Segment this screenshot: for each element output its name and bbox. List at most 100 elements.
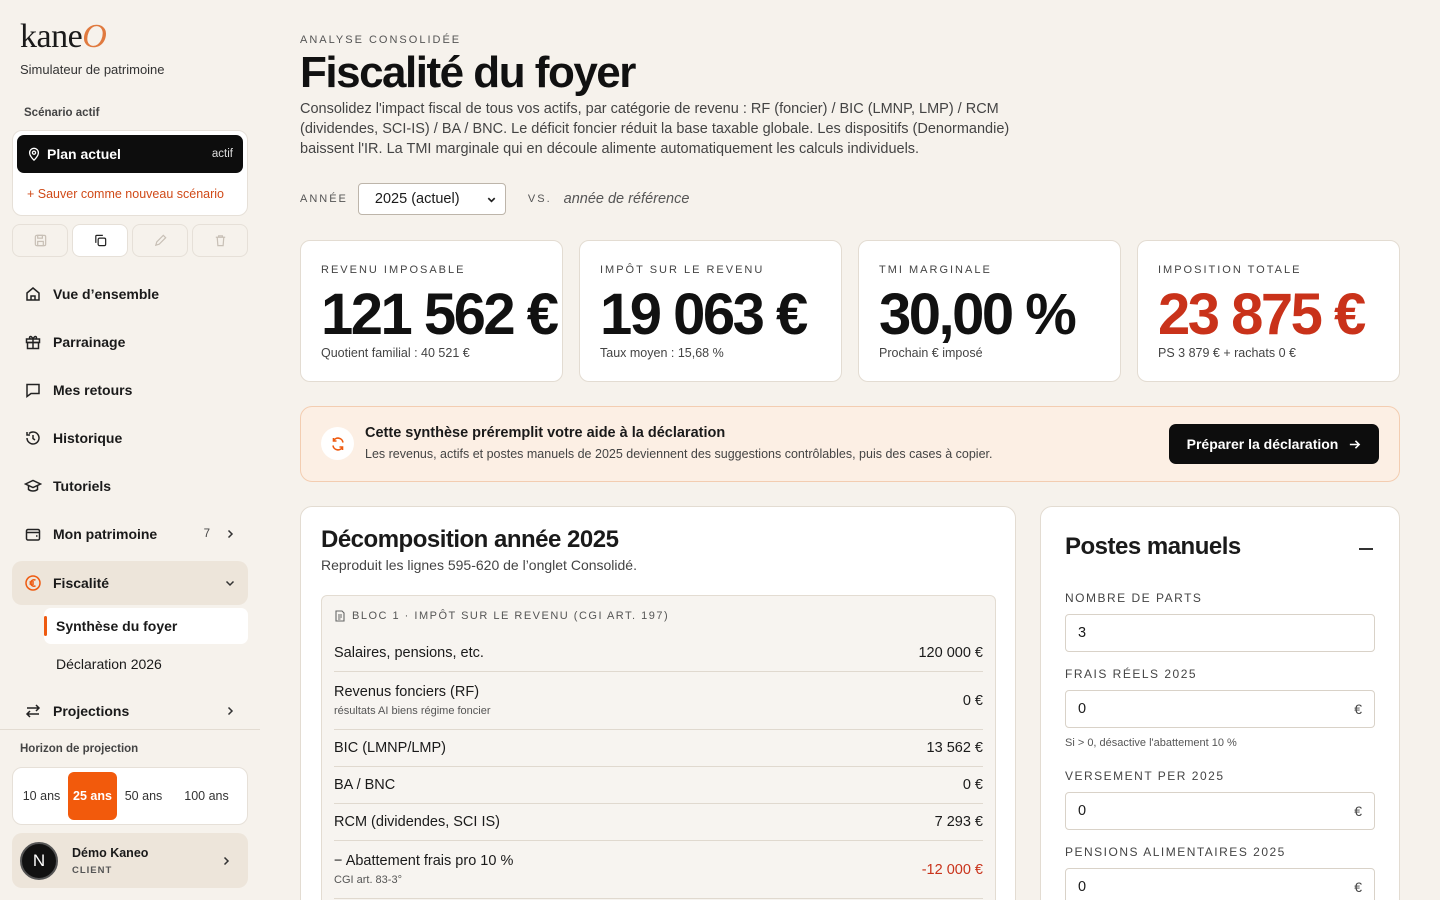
sidebar: kaneO Simulateur de patrimoine Scénario … — [0, 0, 260, 900]
nav-overview[interactable]: Vue d’ensemble — [12, 272, 248, 316]
nav-tutorials[interactable]: Tutoriels — [12, 464, 248, 508]
field-unit: € — [1354, 879, 1362, 895]
year-filter: ANNÉE 2025 (actuel) VS. année de référen… — [300, 183, 689, 215]
collapse-icon[interactable] — [1359, 548, 1373, 550]
reference-year[interactable]: année de référence — [564, 191, 690, 207]
nav-fiscalite[interactable]: Fiscalité — [12, 561, 248, 605]
horizon-label: Horizon de projection — [20, 743, 139, 755]
user-menu[interactable]: N Démo Kaneo CLIENT — [12, 833, 248, 888]
save-button[interactable] — [12, 224, 68, 257]
field-unit: € — [1354, 803, 1362, 819]
user-role: CLIENT — [72, 864, 113, 876]
horizon-option-50[interactable]: 50 ans — [119, 772, 168, 820]
field-label: FRAIS RÉELS 2025 — [1065, 667, 1198, 681]
field-label: PENSIONS ALIMENTAIRES 2025 — [1065, 845, 1286, 859]
chevron-right-icon — [227, 529, 234, 539]
row-value: 0 € — [962, 692, 983, 709]
avatar: N — [20, 841, 58, 880]
table-row: Revenus fonciers (RF) résultats AI biens… — [334, 672, 983, 730]
nav-patrimoine[interactable]: Mon patrimoine 7 — [12, 512, 248, 556]
kpi-value: 19 063 € — [600, 282, 808, 347]
chevron-down-icon — [225, 580, 235, 587]
wallet-icon — [24, 525, 42, 543]
prepare-declaration-button[interactable]: Préparer la déclaration — [1169, 424, 1379, 464]
chevron-right-icon — [227, 706, 234, 716]
kpi-label: REVENU IMPOSABLE — [321, 264, 466, 276]
vs-label: VS. — [527, 193, 552, 205]
row-label: − Abattement frais pro 10 % — [334, 853, 514, 869]
nav-label: Historique — [53, 430, 123, 446]
subnav-synthese[interactable]: Synthèse du foyer — [44, 608, 248, 644]
pensions-alimentaires-input[interactable]: 0 € — [1065, 868, 1375, 900]
table-row: Salaires, pensions, etc. 120 000 € — [334, 634, 983, 672]
delete-button[interactable] — [192, 224, 248, 257]
field-value: 3 — [1078, 625, 1087, 641]
kpi-label: IMPÔT SUR LE REVENU — [600, 264, 765, 276]
kpi-subtext: Prochain € imposé — [879, 346, 983, 360]
pencil-icon — [154, 234, 167, 247]
horizon-selector: 10 ans 25 ans 50 ans 100 ans — [12, 767, 248, 825]
table-row: RCM (dividendes, SCI IS) 7 293 € — [334, 804, 983, 841]
subnav-declaration[interactable]: Déclaration 2026 — [44, 646, 248, 682]
versement-per-input[interactable]: 0 € — [1065, 792, 1375, 830]
row-label: BA / BNC — [334, 777, 396, 793]
home-icon — [24, 285, 42, 303]
active-scenario-button[interactable]: Plan actuel actif — [17, 135, 243, 173]
sidebar-divider — [0, 729, 260, 730]
row-label: BIC (LMNP/LMP) — [334, 740, 446, 756]
decomposition-subtitle: Reproduit les lignes 595-620 de l’onglet… — [321, 557, 637, 573]
decomposition-title: Décomposition année 2025 — [321, 526, 619, 553]
table-row: BIC (LMNP/LMP) 13 562 € — [334, 730, 983, 767]
nav-projections[interactable]: Projections — [12, 689, 248, 733]
year-selected: 2025 (actuel) — [374, 191, 460, 207]
year-select[interactable]: 2025 (actuel) — [357, 183, 506, 215]
kpi-subtext: Taux moyen : 15,68 % — [600, 346, 724, 360]
row-label: Salaires, pensions, etc. — [334, 644, 484, 661]
user-info: Démo Kaneo CLIENT — [72, 846, 220, 876]
nav-label: Mon patrimoine — [53, 526, 158, 542]
frais-reels-input[interactable]: 0 € — [1065, 690, 1375, 728]
horizon-option-10[interactable]: 10 ans — [17, 772, 66, 820]
banner-subtitle: Les revenus, actifs et postes manuels de… — [365, 447, 993, 461]
page-eyebrow: ANALYSE CONSOLIDÉE — [300, 34, 462, 46]
edit-button[interactable] — [132, 224, 188, 257]
row-note: résultats AI biens régime foncier — [334, 705, 491, 717]
parts-input[interactable]: 3 — [1065, 614, 1375, 652]
nav-label: Fiscalité — [53, 575, 110, 591]
arrow-right-icon — [1350, 439, 1361, 449]
kpi-card-tmi: TMI MARGINALE 30,00 % Prochain € imposé — [858, 240, 1121, 382]
nav-referral[interactable]: Parrainage — [12, 320, 248, 364]
nav-feedback[interactable]: Mes retours — [12, 368, 248, 412]
kpi-card-impot: IMPÔT SUR LE REVENU 19 063 € Taux moyen … — [579, 240, 842, 382]
page-title: Fiscalité du foyer — [300, 48, 636, 97]
user-name: Démo Kaneo — [72, 845, 149, 860]
kpi-card-imposition-totale: IMPOSITION TOTALE 23 875 € PS 3 879 € + … — [1137, 240, 1400, 382]
chevron-down-icon — [487, 197, 496, 203]
nav-label: Mes retours — [53, 382, 133, 398]
row-note: CGI art. 83-3° — [334, 874, 402, 886]
chat-icon — [24, 381, 42, 399]
app-logo[interactable]: kaneO — [20, 18, 107, 56]
chevron-right-icon — [223, 856, 230, 865]
table-row: BA / BNC 0 € — [334, 767, 983, 804]
active-scenario-tag: actif — [211, 148, 233, 160]
duplicate-button[interactable] — [72, 224, 128, 257]
row-value: 7 293 € — [934, 814, 983, 830]
decomposition-card: Décomposition année 2025 Reproduit les l… — [300, 506, 1016, 900]
field-label: NOMBRE DE PARTS — [1065, 591, 1203, 605]
button-label: Préparer la déclaration — [1186, 436, 1339, 452]
trash-icon — [215, 235, 225, 247]
receipt-icon — [335, 610, 345, 622]
save-scenario-link[interactable]: + Sauver comme nouveau scénario — [27, 187, 224, 201]
kpi-value: 23 875 € — [1158, 282, 1366, 347]
horizon-option-100[interactable]: 100 ans — [170, 772, 243, 820]
nav-count-badge: 7 — [203, 528, 210, 540]
nav-history[interactable]: Historique — [12, 416, 248, 460]
nav-label: Tutoriels — [53, 478, 112, 494]
row-label: RCM (dividendes, SCI IS) — [334, 814, 500, 830]
horizon-option-25[interactable]: 25 ans — [68, 772, 117, 820]
field-label: VERSEMENT PER 2025 — [1065, 769, 1225, 783]
field-value: 0 — [1078, 879, 1087, 895]
table-row: − Abattement frais pro 10 % CGI art. 83-… — [334, 841, 983, 899]
manual-entries-card: Postes manuels NOMBRE DE PARTS 3 FRAIS R… — [1040, 506, 1400, 900]
